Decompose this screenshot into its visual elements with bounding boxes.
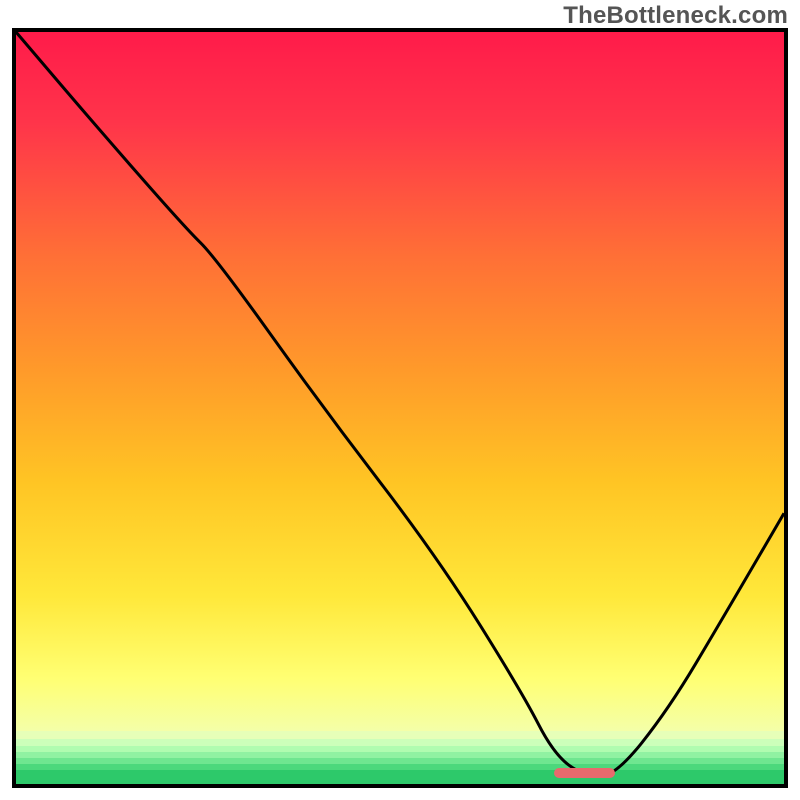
chart-container: TheBottleneck.com [0, 0, 800, 800]
optimal-marker [554, 768, 615, 778]
watermark-text: TheBottleneck.com [563, 2, 788, 30]
series-bottleneck-curve [16, 32, 784, 776]
plot-frame [12, 28, 788, 788]
curve-layer [16, 32, 784, 784]
